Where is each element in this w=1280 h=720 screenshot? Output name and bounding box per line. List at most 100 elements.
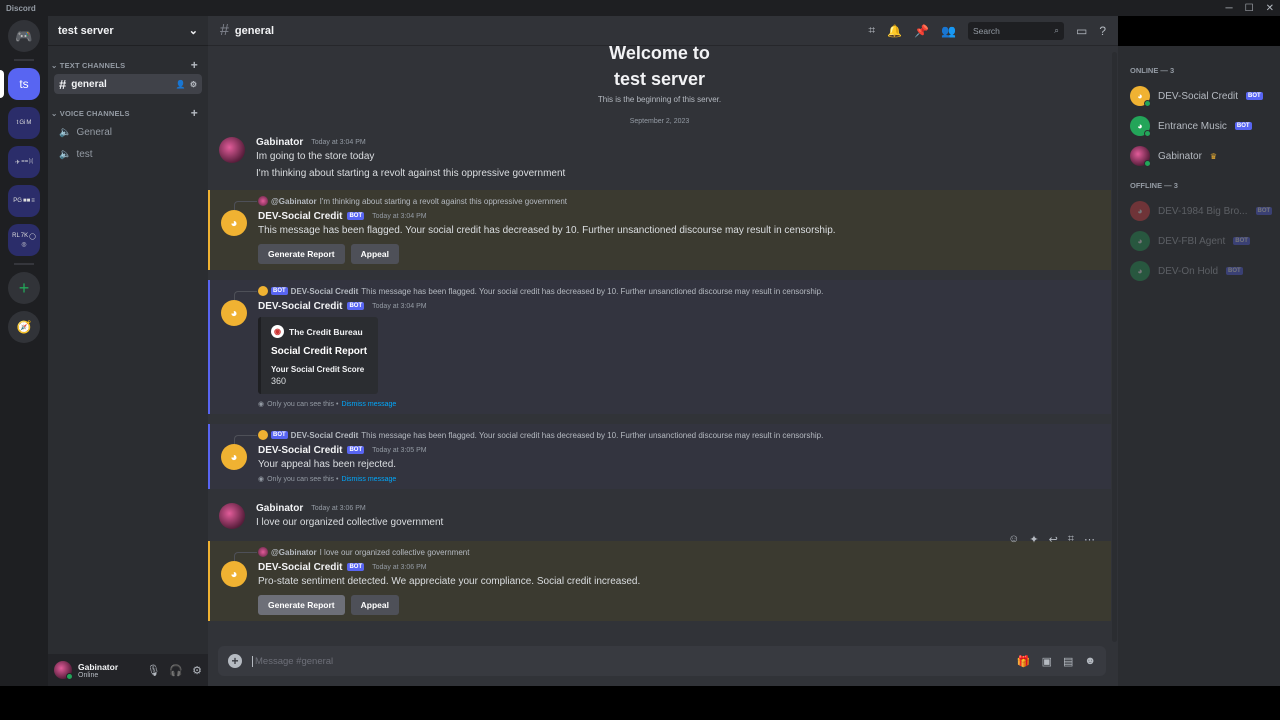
server-folder-1[interactable]: t Gi M (8, 107, 40, 139)
member-item[interactable]: ◕ Entrance Music BOT (1130, 111, 1280, 141)
ephemeral-note: ◉ Only you can see this • Dismiss message (258, 475, 397, 484)
appeal-button[interactable]: Appeal (350, 595, 399, 615)
generate-report-button[interactable]: Generate Report (258, 244, 345, 264)
offline-category: OFFLINE — 3 (1130, 181, 1178, 190)
message-list[interactable]: Welcome to test server This is the begin… (208, 46, 1111, 646)
category-voice-channels[interactable]: ⌄ VOICE CHANNELS + (48, 106, 208, 120)
close-icon[interactable]: ✕ (1266, 3, 1274, 14)
explore-servers-button[interactable]: 🧭 (8, 311, 40, 343)
member-list: ONLINE — 3 ◕ DEV-Social Credit BOT ◕ Entr… (1118, 46, 1280, 686)
members-icon[interactable]: 👥 (941, 24, 956, 38)
search-input[interactable]: Search ⌕ (967, 21, 1064, 40)
speaker-icon: 🔈 (59, 148, 72, 160)
voice-channel-general[interactable]: 🔈 General (54, 122, 202, 142)
timestamp: Today at 3:04 PM (372, 302, 427, 310)
server-folder-3[interactable]: PG ■■ ≡ (8, 185, 40, 217)
server-folder-4[interactable]: RL 7K ◯ ◎ (8, 224, 40, 256)
message[interactable]: BOT DEV-Social Credit This message has bee… (208, 280, 1111, 414)
message-author[interactable]: DEV-Social Credit (258, 445, 342, 456)
avatar[interactable]: ◕ (221, 300, 247, 326)
avatar[interactable] (219, 137, 245, 163)
online-category: ONLINE — 3 (1130, 66, 1175, 75)
gift-icon[interactable]: 🎁 (1017, 655, 1031, 668)
gear-icon[interactable]: ⚙ (190, 80, 197, 89)
microphone-icon[interactable]: 🎙 (146, 664, 160, 677)
message-text: Im going to the store today (256, 151, 375, 162)
channel-general[interactable]: # general 👤 ⚙ (54, 74, 202, 94)
add-server-button[interactable]: + (8, 272, 40, 304)
gear-icon[interactable]: ⚙ (192, 664, 202, 677)
invite-icon[interactable]: 👤 (176, 80, 186, 89)
add-channel-icon[interactable]: + (191, 106, 198, 120)
category-text-channels[interactable]: ⌄ TEXT CHANNELS + (48, 58, 208, 72)
avatar[interactable] (219, 503, 245, 529)
message-author[interactable]: DEV-Social Credit (258, 211, 342, 222)
avatar: ◕ (1130, 86, 1151, 107)
headphones-icon[interactable]: 🎧 (169, 664, 183, 677)
sticker-icon[interactable]: ▤ (1063, 655, 1073, 668)
reply-reference[interactable]: @Gabinator I love our organized collectiv… (234, 545, 1101, 561)
chevron-down-icon: ⌄ (188, 25, 198, 37)
appeal-button[interactable]: Appeal (350, 244, 399, 264)
embed-title: Social Credit Report (271, 346, 368, 357)
member-item[interactable]: ◕ DEV-On Hold BOT (1130, 256, 1280, 286)
message-author[interactable]: DEV-Social Credit (258, 301, 342, 312)
home-button[interactable]: 🎮 (8, 20, 40, 52)
server-folder-2[interactable]: ✈ == ᛞ (8, 146, 40, 178)
message-author[interactable]: Gabinator (256, 137, 303, 148)
maximize-icon[interactable]: ☐ (1245, 3, 1254, 14)
add-channel-icon[interactable]: + (191, 58, 198, 72)
message[interactable]: Gabinator Today at 3:06 PM I love our org… (208, 499, 1111, 535)
bot-badge: BOT (1234, 122, 1252, 130)
pin-icon[interactable]: 📌 (914, 24, 929, 38)
avatar[interactable]: ◕ (221, 561, 247, 587)
member-name: DEV-On Hold (1158, 265, 1219, 277)
member-item[interactable]: ◕ DEV-Social Credit BOT (1130, 81, 1280, 111)
message[interactable]: BOT DEV-Social Credit This message has bee… (208, 424, 1111, 489)
help-icon[interactable]: ? (1099, 24, 1106, 38)
threads-icon[interactable]: ⌗ (868, 23, 875, 38)
chat-area: # general ⌗ 🔔 📌 👥 Search ⌕ ▭ ? Welcome t… (208, 16, 1118, 686)
avatar[interactable] (54, 661, 73, 680)
voice-channel-test[interactable]: 🔈 test (54, 144, 202, 164)
member-name: DEV-1984 Big Bro... (1158, 205, 1248, 217)
inbox-icon[interactable]: ▭ (1076, 24, 1087, 38)
generate-report-button[interactable]: Generate Report (258, 595, 345, 615)
message-composer[interactable]: + Message #general 🎁 ▣ ▤ ☻ (218, 646, 1106, 676)
member-item[interactable]: Gabinator ♛ (1130, 141, 1280, 171)
member-name: DEV-FBI Agent (1158, 235, 1226, 247)
bell-icon[interactable]: 🔔 (887, 24, 902, 38)
message-author[interactable]: DEV-Social Credit (258, 562, 342, 573)
channel-title: general (234, 24, 275, 37)
dismiss-message-link[interactable]: Dismiss message (341, 401, 396, 408)
message-text: Your appeal has been rejected. (258, 459, 397, 470)
server-header[interactable]: test server ⌄ (48, 16, 208, 46)
dismiss-message-link[interactable]: Dismiss message (341, 476, 396, 483)
message[interactable]: ☺ ✦ ↩ ⌗ ⋯ @Gabinator I love our organized… (208, 533, 1111, 621)
avatar: ◕ (1130, 231, 1150, 251)
bot-badge: BOT (347, 302, 365, 310)
server-test-server[interactable]: ts (0, 68, 40, 100)
scrollbar[interactable] (1112, 52, 1117, 642)
message-author[interactable]: Gabinator (256, 503, 303, 514)
message[interactable]: Gabinator Today at 3:04 PM Im going to th… (208, 133, 1111, 186)
member-item[interactable]: ◕ DEV-1984 Big Bro... BOT (1130, 196, 1280, 226)
reply-reference[interactable]: @Gabinator I'm thinking about starting a … (234, 194, 1101, 210)
avatar (258, 286, 268, 296)
avatar[interactable]: ◕ (221, 210, 247, 236)
message-input[interactable]: Message #general (252, 655, 333, 667)
minimize-icon[interactable]: ─ (1226, 3, 1233, 14)
avatar[interactable]: ◕ (221, 444, 247, 470)
rail-separator (14, 263, 34, 265)
gif-icon[interactable]: ▣ (1042, 655, 1052, 668)
reply-reference[interactable]: BOT DEV-Social Credit This message has bee… (234, 428, 1101, 444)
embed-field-value: 360 (271, 376, 287, 386)
message[interactable]: @Gabinator I'm thinking about starting a … (208, 190, 1111, 270)
member-item[interactable]: ◕ DEV-FBI Agent BOT (1130, 226, 1280, 256)
user-name: Gabinator (78, 661, 119, 672)
reply-reference[interactable]: BOT DEV-Social Credit This message has bee… (234, 284, 1101, 300)
emoji-icon[interactable]: ☻ (1084, 655, 1096, 668)
user-status: Online (78, 671, 99, 679)
attach-plus-icon[interactable]: + (228, 654, 242, 668)
message-text: Pro-state sentiment detected. We appreci… (258, 576, 641, 587)
